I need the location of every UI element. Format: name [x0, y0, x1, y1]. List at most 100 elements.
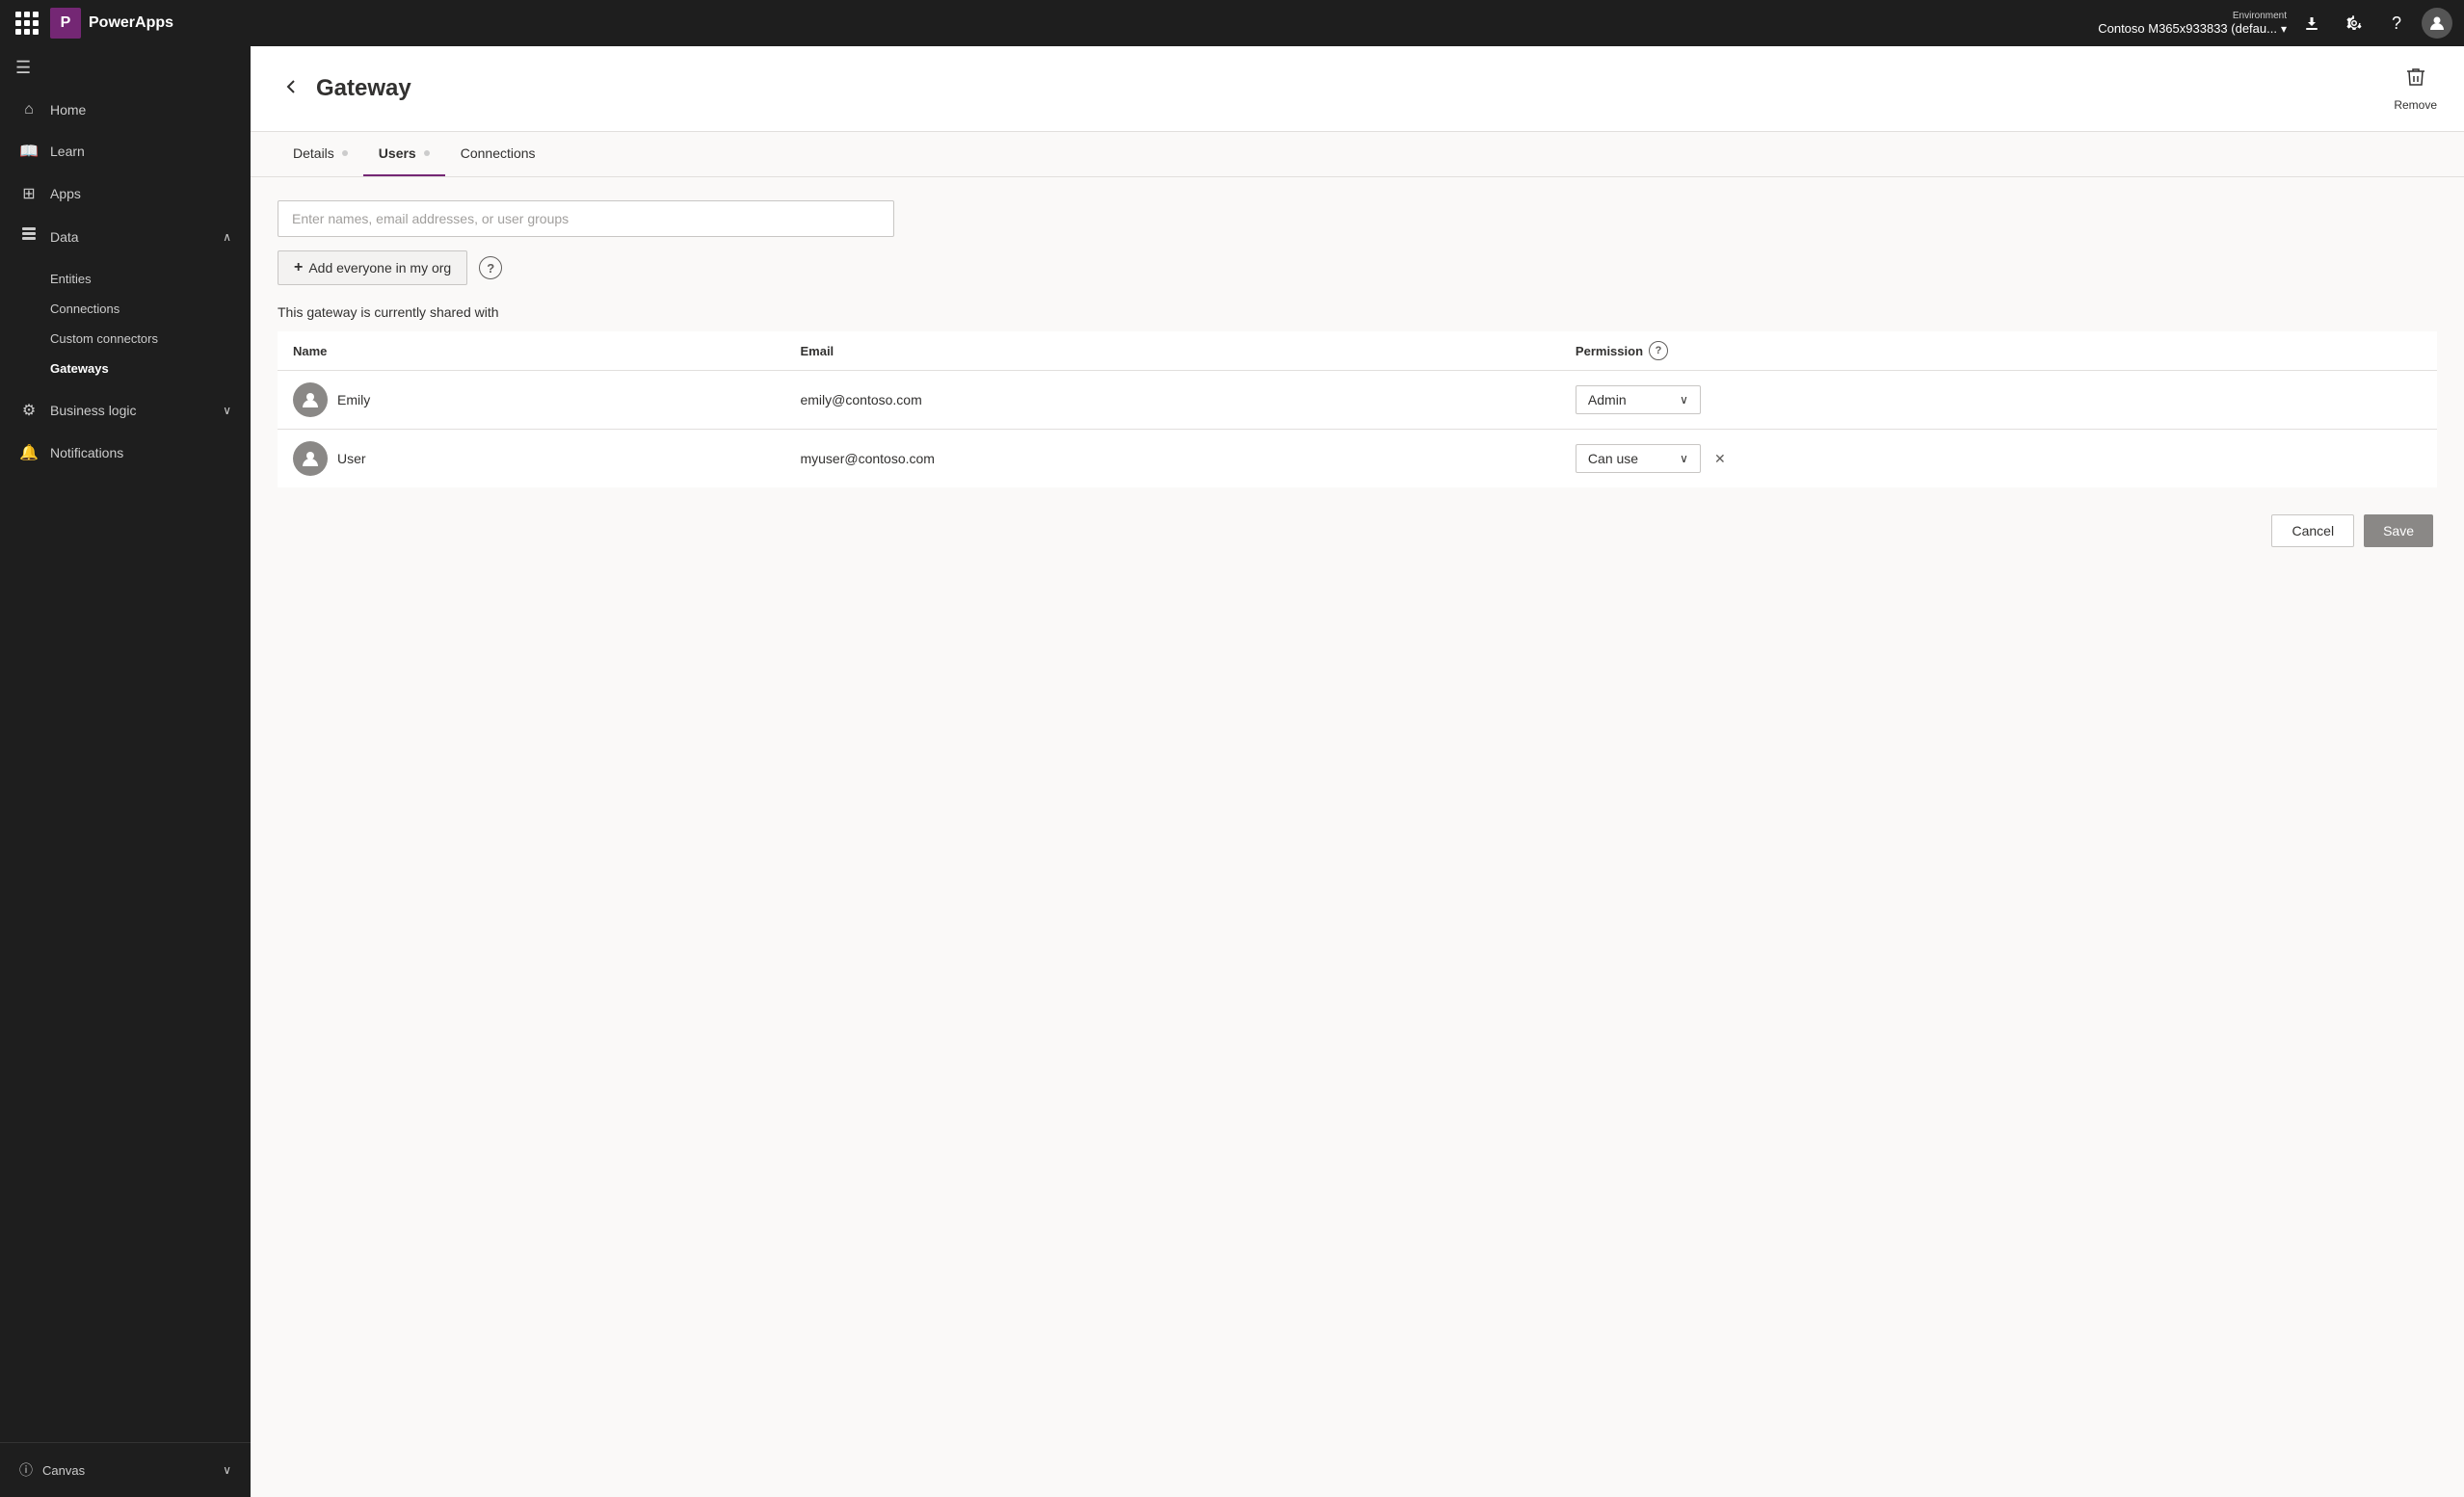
table-row: Emily emily@contoso.com Admin ∨ — [278, 371, 2437, 430]
user-email-cell-emily: emily@contoso.com — [784, 371, 1559, 430]
sidebar: ☰ ⌂ Home 📖 Learn ⊞ Apps Data ∧ Entities — [0, 46, 251, 1497]
user-avatar-user — [293, 441, 328, 476]
sidebar-item-canvas[interactable]: ⓘ Canvas ∨ — [0, 1451, 251, 1489]
canvas-icon: ⓘ — [19, 1460, 33, 1480]
remove-button[interactable]: Remove — [2394, 66, 2437, 112]
trash-icon — [2404, 66, 2427, 94]
permission-dropdown-user[interactable]: Can use ∨ — [1576, 444, 1701, 473]
add-everyone-help-icon[interactable]: ? — [479, 256, 502, 279]
sidebar-item-learn[interactable]: 📖 Learn — [0, 130, 251, 172]
main-content: Gateway Remove Details — [251, 46, 2464, 1497]
environment-selector[interactable]: Environment Contoso M365x933833 (defau..… — [2098, 11, 2287, 36]
user-permission-cell-user: Can use ∨ ✕ — [1560, 430, 2437, 488]
brand-initial: P — [61, 14, 71, 32]
sidebar-item-apps[interactable]: ⊞ Apps — [0, 172, 251, 215]
sidebar-item-data-label: Data — [50, 229, 79, 245]
shared-with-text: This gateway is currently shared with — [278, 304, 2437, 320]
user-name-emily: Emily — [337, 392, 370, 407]
sidebar-bottom: ⓘ Canvas ∨ — [0, 1442, 251, 1497]
add-everyone-label: Add everyone in my org — [308, 260, 451, 276]
download-button[interactable] — [2294, 6, 2329, 40]
hamburger-icon: ☰ — [15, 58, 31, 78]
business-logic-icon: ⚙ — [19, 401, 39, 420]
remove-label: Remove — [2394, 98, 2437, 112]
brand: P PowerApps — [50, 8, 173, 39]
page-title: Gateway — [316, 75, 411, 102]
content-header: Gateway Remove — [251, 46, 2464, 132]
canvas-chevron-icon: ∨ — [223, 1463, 231, 1477]
th-permission-label: Permission — [1576, 344, 1643, 358]
tab-connections[interactable]: Connections — [445, 132, 551, 176]
sidebar-item-custom-connectors[interactable]: Custom connectors — [0, 324, 251, 354]
sidebar-item-notifications-label: Notifications — [50, 445, 123, 460]
permission-value-user: Can use — [1588, 451, 1638, 466]
user-name-cell: User — [278, 430, 784, 488]
user-email-cell-user: myuser@contoso.com — [784, 430, 1559, 488]
table-header-row: Name Email Permission ? — [278, 331, 2437, 371]
save-button[interactable]: Save — [2364, 514, 2433, 547]
back-button[interactable] — [278, 73, 305, 105]
env-name: Contoso M365x933833 (defau... — [2098, 21, 2277, 36]
tab-details[interactable]: Details — [278, 132, 363, 176]
permission-chevron-icon: ∨ — [1680, 393, 1688, 407]
data-submenu: Entities Connections Custom connectors G… — [0, 258, 251, 389]
users-table: Name Email Permission ? — [278, 331, 2437, 487]
sidebar-item-notifications[interactable]: 🔔 Notifications — [0, 432, 251, 474]
tab-details-label: Details — [293, 145, 334, 161]
sidebar-item-connections[interactable]: Connections — [0, 294, 251, 324]
th-permission: Permission ? — [1560, 331, 2437, 371]
permission-chevron-icon: ∨ — [1680, 452, 1688, 465]
sidebar-item-home[interactable]: ⌂ Home — [0, 90, 251, 130]
data-chevron-icon: ∧ — [223, 230, 231, 244]
sidebar-item-data[interactable]: Data ∧ — [0, 215, 251, 258]
content-body: + Add everyone in my org ? This gateway … — [251, 177, 2464, 1497]
header-left: Gateway — [278, 73, 411, 105]
user-avatar[interactable] — [2422, 8, 2452, 39]
notifications-icon: 🔔 — [19, 443, 39, 462]
home-icon: ⌂ — [19, 101, 39, 118]
sidebar-item-home-label: Home — [50, 102, 86, 118]
canvas-label: Canvas — [42, 1463, 85, 1478]
entities-label: Entities — [50, 272, 92, 286]
top-nav: P PowerApps Environment Contoso M365x933… — [0, 0, 2464, 46]
cancel-button[interactable]: Cancel — [2271, 514, 2354, 547]
sidebar-item-apps-label: Apps — [50, 186, 81, 201]
sidebar-menu-toggle[interactable]: ☰ — [0, 46, 251, 90]
permission-help-icon[interactable]: ? — [1649, 341, 1668, 360]
plus-icon: + — [294, 259, 303, 276]
gateways-label: Gateways — [50, 361, 109, 376]
env-label: Environment — [2233, 11, 2287, 21]
tab-users-dot — [424, 150, 430, 156]
learn-icon: 📖 — [19, 142, 39, 161]
permission-value-emily: Admin — [1588, 392, 1627, 407]
connections-label: Connections — [50, 302, 119, 316]
add-org-row: + Add everyone in my org ? — [278, 250, 2437, 285]
th-name-label: Name — [293, 344, 327, 358]
search-users-input[interactable] — [278, 200, 894, 237]
help-button[interactable]: ? — [2379, 6, 2414, 40]
sidebar-item-entities[interactable]: Entities — [0, 264, 251, 294]
tab-details-dot — [342, 150, 348, 156]
data-icon — [19, 226, 39, 247]
user-name-cell: Emily — [278, 371, 784, 430]
table-row: User myuser@contoso.com Can use ∨ ✕ — [278, 430, 2437, 488]
sidebar-item-learn-label: Learn — [50, 144, 85, 159]
tab-users[interactable]: Users — [363, 132, 445, 176]
waffle-menu[interactable] — [12, 8, 42, 39]
brand-name: PowerApps — [89, 14, 173, 32]
top-nav-icons: ? — [2294, 6, 2452, 40]
user-permission-cell-emily: Admin ∨ — [1560, 371, 2437, 430]
th-name: Name — [278, 331, 784, 371]
th-email-label: Email — [800, 344, 834, 358]
sidebar-item-gateways[interactable]: Gateways — [0, 354, 251, 383]
sidebar-item-business-logic-label: Business logic — [50, 403, 137, 418]
remove-user-user-button[interactable]: ✕ — [1709, 447, 1732, 470]
tab-connections-label: Connections — [461, 145, 536, 161]
sidebar-item-business-logic[interactable]: ⚙ Business logic ∨ — [0, 389, 251, 432]
user-name-user: User — [337, 451, 366, 466]
permission-dropdown-emily[interactable]: Admin ∨ — [1576, 385, 1701, 414]
add-everyone-button[interactable]: + Add everyone in my org — [278, 250, 467, 285]
action-row: Cancel Save — [278, 514, 2437, 547]
tab-users-label: Users — [379, 145, 416, 161]
settings-button[interactable] — [2337, 6, 2371, 40]
